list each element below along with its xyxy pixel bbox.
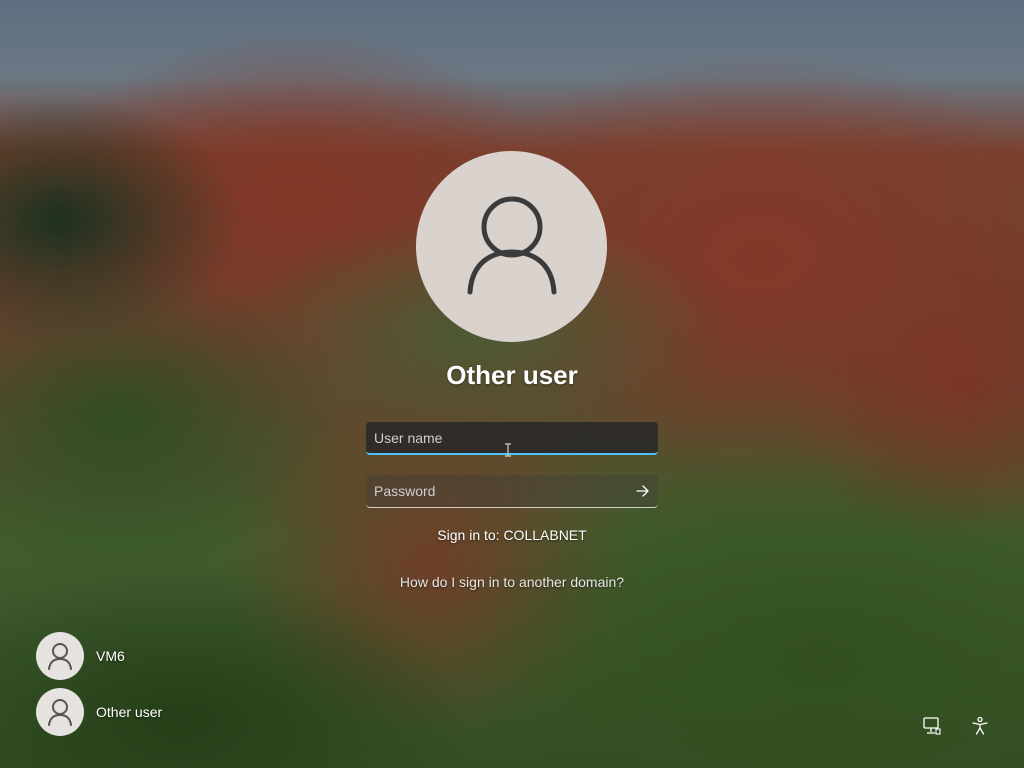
page-title: Other user (446, 360, 578, 390)
user-tile-vm6[interactable]: VM6 (36, 632, 125, 680)
username-input[interactable] (366, 422, 658, 453)
accessibility-button[interactable] (968, 714, 992, 738)
network-icon (923, 717, 941, 735)
user-tile-label: VM6 (96, 648, 125, 664)
user-icon (48, 699, 72, 726)
user-icon (467, 196, 556, 294)
lock-screen: Other user Sign in to: COLLABNET How do … (0, 0, 1024, 768)
username-field[interactable] (366, 422, 658, 455)
submit-button[interactable] (628, 475, 658, 507)
password-field[interactable] (366, 475, 658, 508)
avatar (36, 632, 84, 680)
network-button[interactable] (920, 714, 944, 738)
user-tile-label: Other user (96, 704, 163, 720)
arrow-right-icon (636, 485, 649, 497)
user-tile-other-user[interactable]: Other user (36, 688, 162, 736)
avatar (36, 688, 84, 736)
other-domain-link[interactable]: How do I sign in to another domain? (312, 574, 712, 590)
text-cursor-icon (505, 443, 511, 457)
password-input[interactable] (366, 475, 628, 507)
user-avatar-large (416, 151, 607, 342)
sign-in-domain-label: Sign in to: COLLABNET (437, 527, 587, 543)
user-icon (48, 643, 72, 670)
accessibility-icon (972, 716, 988, 735)
